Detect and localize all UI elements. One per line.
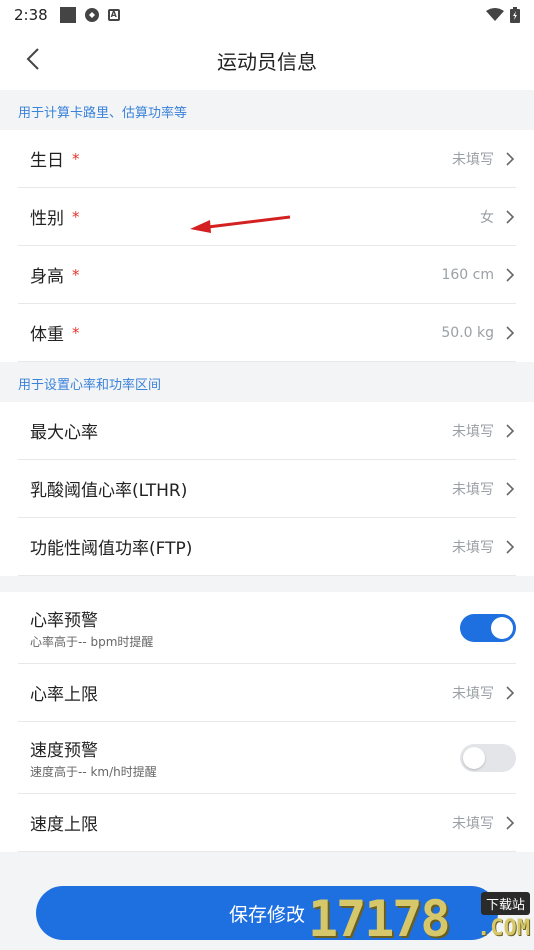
ftp-value: 未填写: [452, 539, 494, 556]
max-hr-label: 最大心率: [30, 423, 98, 443]
wifi-icon: [486, 8, 504, 21]
page-header: 运动员信息: [0, 30, 534, 90]
lthr-label: 乳酸阈值心率(LTHR): [30, 481, 188, 501]
section-label-zones: 用于设置心率和功率区间: [18, 378, 162, 393]
required-mark: *: [72, 149, 80, 168]
page-title: 运动员信息: [217, 49, 317, 74]
birthday-value: 未填写: [452, 151, 494, 168]
speed-limit-label: 速度上限: [30, 815, 98, 835]
back-button[interactable]: [18, 44, 48, 74]
row-speed-limit[interactable]: 速度上限 未填写: [18, 794, 516, 852]
save-button[interactable]: 保存修改: [36, 886, 498, 940]
chevron-right-icon: [506, 481, 515, 496]
hr-alert-text: 心率预警 心率高于-- bpm时提醒: [18, 606, 153, 650]
gender-label: 性别: [30, 209, 64, 229]
status-right: [486, 7, 520, 23]
weight-label: 体重: [30, 325, 64, 345]
max-hr-value: 未填写: [452, 423, 494, 440]
speed-alert-label: 速度预警: [30, 740, 98, 761]
gender-value: 女: [480, 209, 494, 226]
row-weight[interactable]: 体重 * 50.0 kg: [18, 304, 516, 362]
alerts-group: 心率预警 心率高于-- bpm时提醒 心率上限 未填写 速度预警 速度高于-- …: [0, 592, 534, 852]
required-mark: *: [72, 265, 80, 284]
toggle-knob: [491, 616, 513, 639]
chevron-right-icon: [506, 325, 515, 340]
speed-alert-subtitle: 速度高于-- km/h时提醒: [30, 764, 157, 779]
chevron-right-icon: [506, 539, 515, 554]
speed-limit-value: 未填写: [452, 815, 494, 832]
chevron-right-icon: [506, 267, 515, 282]
chevron-right-icon: [506, 209, 515, 224]
row-height[interactable]: 身高 * 160 cm: [18, 246, 516, 304]
ftp-label: 功能性阈值功率(FTP): [30, 539, 193, 559]
chevron-right-icon: [506, 685, 515, 700]
basic-info-group: 生日 * 未填写 性别 * 女 身高 * 160 cm 体重 * 50.0 kg: [0, 130, 534, 362]
chevron-right-icon: [506, 423, 515, 438]
speed-alert-toggle[interactable]: [460, 743, 516, 772]
row-gender[interactable]: 性别 * 女: [18, 188, 516, 246]
hr-limit-label: 心率上限: [30, 685, 98, 705]
row-speed-alert: 速度预警 速度高于-- km/h时提醒: [18, 722, 516, 794]
chevron-right-icon: [506, 815, 515, 830]
birthday-label: 生日: [30, 151, 64, 171]
row-ftp[interactable]: 功能性阈值功率(FTP) 未填写: [18, 518, 516, 576]
app-notification-icon: [84, 8, 99, 22]
speed-alert-text: 速度预警 速度高于-- km/h时提醒: [18, 736, 157, 780]
zones-group: 最大心率 未填写 乳酸阈值心率(LTHR) 未填写 功能性阈值功率(FTP) 未…: [0, 402, 534, 576]
chevron-right-icon: [506, 151, 515, 166]
status-bar: 2:38 A: [0, 0, 534, 30]
height-label: 身高: [30, 267, 64, 287]
status-time: 2:38: [14, 6, 48, 24]
row-hr-limit[interactable]: 心率上限 未填写: [18, 664, 516, 722]
weight-value: 50.0 kg: [441, 324, 494, 341]
row-hr-alert: 心率预警 心率高于-- bpm时提醒: [18, 592, 516, 664]
height-value: 160 cm: [441, 266, 494, 283]
row-max-hr[interactable]: 最大心率 未填写: [18, 402, 516, 460]
required-mark: *: [72, 207, 80, 226]
toggle-knob: [463, 746, 485, 769]
row-birthday[interactable]: 生日 * 未填写: [18, 130, 516, 188]
chevron-left-icon: [26, 48, 39, 70]
required-mark: *: [72, 323, 80, 342]
hr-alert-label: 心率预警: [30, 610, 98, 631]
hr-alert-subtitle: 心率高于-- bpm时提醒: [30, 634, 154, 649]
section-label-basic: 用于计算卡路里、估算功率等: [18, 106, 188, 121]
lthr-value: 未填写: [452, 481, 494, 498]
hr-limit-value: 未填写: [452, 685, 494, 702]
a-notification-icon: A: [107, 9, 120, 21]
hr-alert-toggle[interactable]: [460, 613, 516, 642]
battery-icon: [510, 7, 520, 23]
row-lthr[interactable]: 乳酸阈值心率(LTHR) 未填写: [18, 460, 516, 518]
notification-square-icon: [59, 7, 76, 23]
